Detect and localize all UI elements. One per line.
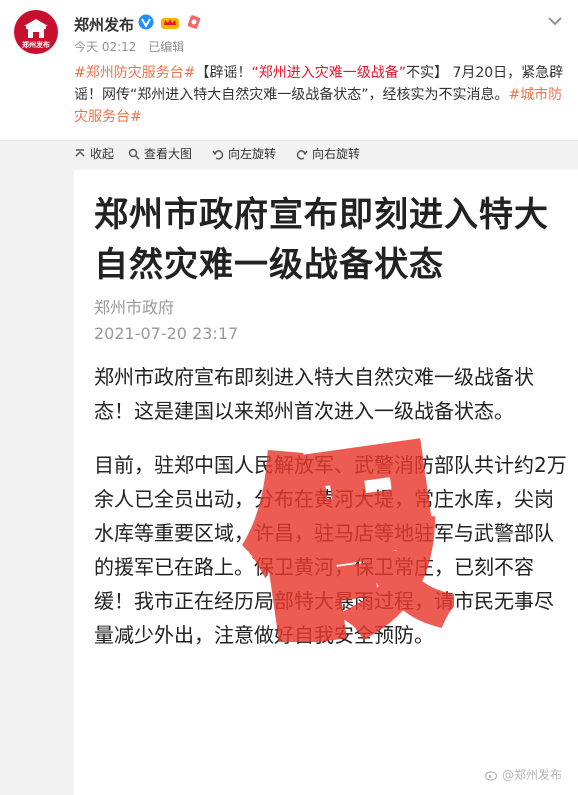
rotate-right-icon bbox=[296, 149, 308, 160]
rotate-left-label: 向左旋转 bbox=[228, 147, 277, 161]
quote-open-mark: “ bbox=[251, 65, 259, 81]
collapse-label: 收起 bbox=[90, 147, 115, 161]
watermark: @郑州发布 bbox=[484, 766, 562, 783]
watermark-text: @郑州发布 bbox=[501, 768, 562, 782]
image-toolbar: 收起 查看大图 向左旋转 向右旋转 bbox=[0, 140, 578, 164]
stamp-character: 假 bbox=[236, 432, 454, 642]
post-text-segment: 【辟谣！ bbox=[195, 65, 252, 81]
user-badges bbox=[138, 14, 202, 30]
edited-label: 已编辑 bbox=[148, 40, 185, 54]
article-screenshot: 郑州市政府宣布即刻进入特大自然灾难一级战备状态 郑州市政府 2021-07-20… bbox=[74, 170, 578, 795]
medal-badge-icon bbox=[187, 15, 201, 29]
weibo-logo-icon bbox=[484, 770, 498, 781]
rotate-right-button[interactable]: 向右旋转 bbox=[296, 145, 360, 162]
avatar-label: 郑州发布 bbox=[22, 41, 50, 49]
post-meta: 今天 02:12 已编辑 bbox=[74, 38, 184, 55]
collapse-up-icon bbox=[75, 148, 85, 157]
fake-stamp: 假 bbox=[234, 432, 454, 642]
magnifier-icon bbox=[128, 148, 140, 160]
avatar[interactable]: 郑州发布 bbox=[14, 10, 58, 54]
crown-badge-icon bbox=[161, 18, 179, 29]
article-paragraph: 郑州市政府宣布即刻进入特大自然灾难一级战备状态！这是建国以来郑州首次进入一级战备… bbox=[94, 365, 534, 423]
city-gate-icon bbox=[24, 19, 48, 38]
username[interactable]: 郑州发布 bbox=[74, 14, 134, 35]
rotate-left-icon bbox=[212, 149, 224, 160]
rotate-right-label: 向右旋转 bbox=[312, 147, 361, 161]
article-source: 郑州市政府 bbox=[94, 298, 175, 317]
post-time[interactable]: 今天 02:12 bbox=[74, 40, 136, 54]
article-date: 2021-07-20 23:17 bbox=[94, 324, 239, 343]
collapse-button[interactable]: 收起 bbox=[74, 145, 114, 162]
highlighted-rumor-text: 郑州进入灾难一级战备 bbox=[258, 65, 399, 81]
quote-close-mark: ” bbox=[398, 65, 406, 81]
post-body: #郑州防灾服务台#【辟谣！“郑州进入灾难一级战备”不实】 7月20日，紧急辟谣！… bbox=[74, 62, 572, 128]
view-large-button[interactable]: 查看大图 bbox=[128, 145, 192, 162]
article-title: 郑州市政府宣布即刻进入特大自然灾难一级战备状态 bbox=[94, 195, 549, 285]
topic-tag-link[interactable]: #郑州防灾服务台# bbox=[74, 65, 195, 81]
post-image[interactable]: 郑州市政府宣布即刻进入特大自然灾难一级战备状态 郑州市政府 2021-07-20… bbox=[0, 164, 578, 795]
rotate-left-button[interactable]: 向左旋转 bbox=[212, 145, 276, 162]
chevron-down-icon[interactable] bbox=[548, 16, 562, 26]
view-large-label: 查看大图 bbox=[144, 147, 193, 161]
weibo-post-header: 郑州发布 郑州发布 今天 02:12 已编辑 #郑州防灾服务台#【辟谣！“郑州进… bbox=[0, 0, 578, 140]
verified-v-icon bbox=[138, 14, 154, 30]
